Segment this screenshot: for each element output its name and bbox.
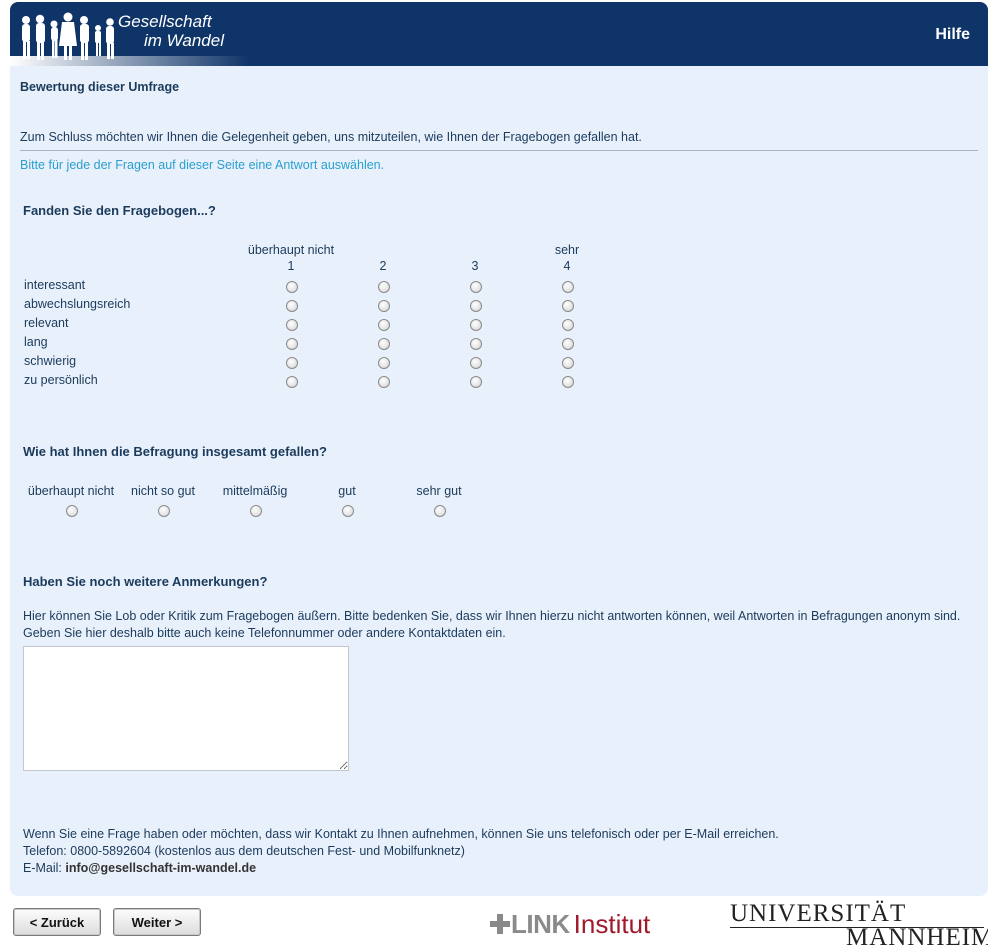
matrix-row-label: abwechslungsreich (24, 297, 131, 311)
email-prefix: E-Mail: (23, 861, 62, 875)
matrix-row-label: zu persönlich (24, 373, 98, 387)
scale-low-label: überhaupt nicht (247, 243, 335, 257)
matrix-row-label: interessant (24, 278, 86, 292)
matrix-row-label: lang (24, 335, 48, 349)
radio-interessant-3[interactable] (470, 281, 482, 293)
radio-schwierig-1[interactable] (286, 357, 298, 369)
radio-lang-2[interactable] (378, 338, 390, 350)
contact-phone: Telefon: 0800-5892604 (kostenlos aus dem… (23, 844, 465, 858)
back-button[interactable]: < Zurück (13, 908, 101, 936)
radio-lang-4[interactable] (562, 338, 574, 350)
radio-zu-persoenlich-1[interactable] (286, 376, 298, 388)
radio-interessant-2[interactable] (378, 281, 390, 293)
uni-line-2: MANNHEIM (846, 924, 988, 951)
link-wordmark: LINK (511, 908, 570, 939)
logo-underline-fade (10, 56, 250, 66)
university-mannheim-logo: UNIVERSITÄT MANNHEIM (730, 900, 988, 951)
link-cross-icon (490, 914, 510, 934)
logo-line-2: im Wandel (144, 31, 224, 50)
rating-label: mittelmäßig (222, 484, 288, 498)
radio-zu-persoenlich-3[interactable] (470, 376, 482, 388)
email-address[interactable]: info@gesellschaft-im-wandel.de (65, 861, 256, 875)
radio-zu-persoenlich-4[interactable] (562, 376, 574, 388)
radio-overall-5[interactable] (434, 505, 446, 517)
header-bar: Gesellschaft im Wandel Hilfe (10, 2, 988, 66)
radio-lang-3[interactable] (470, 338, 482, 350)
rating-label: überhaupt nicht (27, 484, 115, 498)
radio-relevant-2[interactable] (378, 319, 390, 331)
radio-relevant-4[interactable] (562, 319, 574, 331)
radio-lang-1[interactable] (286, 338, 298, 350)
rating-label: sehr gut (416, 484, 462, 498)
question-3-title: Haben Sie noch weitere Anmerkungen? (23, 574, 268, 589)
institut-wordmark: Institut (573, 908, 651, 939)
rating-label: nicht so gut (131, 484, 195, 498)
section-title: Bewertung dieser Umfrage (20, 80, 180, 94)
radio-relevant-3[interactable] (470, 319, 482, 331)
divider (20, 150, 978, 151)
scale-number-4: 4 (563, 259, 571, 273)
radio-schwierig-3[interactable] (470, 357, 482, 369)
radio-interessant-4[interactable] (562, 281, 574, 293)
radio-overall-3[interactable] (250, 505, 262, 517)
rating-label: gut (338, 484, 356, 498)
radio-overall-4[interactable] (342, 505, 354, 517)
radio-schwierig-2[interactable] (378, 357, 390, 369)
contact-line-1: Wenn Sie eine Frage haben oder möchten, … (23, 827, 779, 841)
link-institut-logo: LINK Institut (489, 909, 650, 939)
matrix-row-label: relevant (24, 316, 69, 330)
uni-line-1: UNIVERSITÄT (730, 900, 907, 927)
radio-relevant-1[interactable] (286, 319, 298, 331)
radio-abwechslungsreich-1[interactable] (286, 300, 298, 312)
remarks-textarea[interactable] (23, 646, 349, 771)
remarks-instructions: Hier können Sie Lob oder Kritik zum Frag… (23, 609, 961, 640)
radio-interessant-1[interactable] (286, 281, 298, 293)
matrix-row-label: schwierig (24, 354, 77, 368)
survey-panel: Bewertung dieser Umfrage Zum Schluss möc… (10, 66, 988, 896)
radio-overall-1[interactable] (66, 505, 78, 517)
radio-abwechslungsreich-4[interactable] (562, 300, 574, 312)
intro-text: Zum Schluss möchten wir Ihnen die Gelege… (20, 130, 642, 144)
contact-email-row: E-Mail: info@gesellschaft-im-wandel.de (23, 860, 779, 877)
scale-high-label: sehr (554, 243, 580, 257)
help-link[interactable]: Hilfe (935, 26, 970, 44)
site-logo-text: Gesellschaft im Wandel (118, 12, 224, 50)
radio-abwechslungsreich-2[interactable] (378, 300, 390, 312)
uni-logo-rule (730, 927, 984, 928)
radio-zu-persoenlich-2[interactable] (378, 376, 390, 388)
radio-schwierig-4[interactable] (562, 357, 574, 369)
people-silhouette-icon (22, 12, 114, 60)
logo-line-1: Gesellschaft (118, 12, 212, 31)
radio-overall-2[interactable] (158, 505, 170, 517)
question-1-title: Fanden Sie den Fragebogen...? (23, 203, 216, 218)
answer-hint: Bitte für jede der Fragen auf dieser Sei… (20, 158, 385, 172)
question-2-title: Wie hat Ihnen die Befragung insgesamt ge… (23, 444, 327, 459)
contact-info: Wenn Sie eine Frage haben oder möchten, … (23, 826, 779, 877)
radio-abwechslungsreich-3[interactable] (470, 300, 482, 312)
next-button[interactable]: Weiter > (113, 908, 201, 936)
